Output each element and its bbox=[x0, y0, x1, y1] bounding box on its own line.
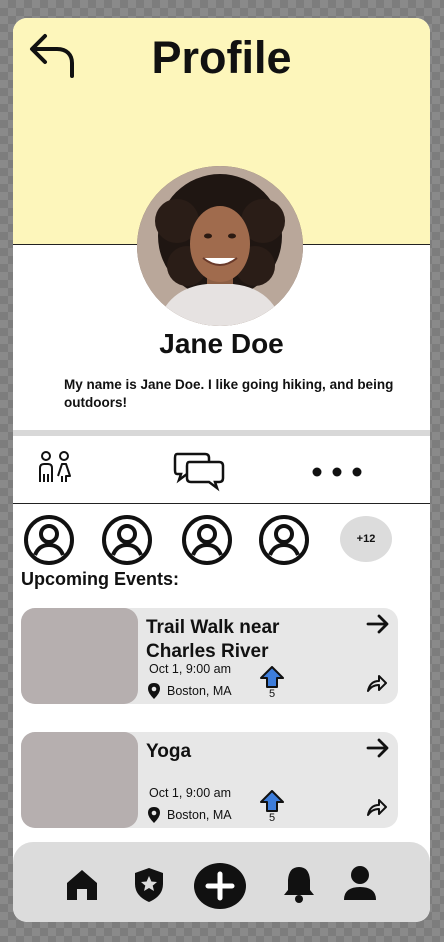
upvote-button[interactable]: 5 bbox=[259, 790, 285, 826]
friend-avatar-icon[interactable] bbox=[181, 514, 233, 566]
event-location: Boston, MA bbox=[147, 806, 232, 824]
location-pin-icon bbox=[148, 807, 160, 823]
upvote-count: 5 bbox=[268, 688, 276, 700]
profile-name: Jane Doe bbox=[159, 328, 284, 359]
upvote-arrow-icon bbox=[260, 666, 284, 688]
chat-bubbles-icon[interactable] bbox=[173, 450, 225, 492]
event-card[interactable]: Trail Walk near Charles River Oct 1, 9:0… bbox=[21, 608, 398, 704]
event-thumbnail bbox=[21, 732, 138, 828]
user-icon[interactable] bbox=[341, 864, 379, 904]
people-icon[interactable] bbox=[35, 450, 77, 492]
shield-star-icon[interactable] bbox=[133, 866, 165, 904]
upvote-count: 5 bbox=[268, 812, 276, 824]
event-title: Trail Walk near Charles River bbox=[146, 617, 280, 662]
arrow-right-icon[interactable] bbox=[366, 736, 390, 760]
event-title: Yoga bbox=[146, 741, 192, 762]
upvote-arrow-icon bbox=[260, 790, 284, 812]
profile-bio: My name is Jane Doe. I like going hiking… bbox=[64, 377, 394, 410]
event-location-text: Boston, MA bbox=[167, 684, 232, 698]
friends-row: +12 bbox=[23, 514, 423, 570]
location-pin-icon bbox=[148, 683, 160, 699]
event-location: Boston, MA bbox=[147, 682, 232, 700]
friend-avatar-icon[interactable] bbox=[23, 514, 75, 566]
friend-avatar-icon[interactable] bbox=[101, 514, 153, 566]
event-date: Oct 1, 9:00 am bbox=[149, 662, 231, 676]
event-date: Oct 1, 9:00 am bbox=[149, 786, 231, 800]
profile-tabs bbox=[13, 436, 430, 504]
more-dots-icon[interactable] bbox=[311, 450, 363, 492]
arrow-right-icon[interactable] bbox=[366, 612, 390, 636]
bottom-nav bbox=[13, 842, 430, 922]
home-icon[interactable] bbox=[65, 868, 99, 902]
add-icon[interactable] bbox=[193, 862, 247, 910]
phone-screen: Profile Jane Doe My name is Jane Doe. I … bbox=[13, 18, 430, 922]
event-card[interactable]: Yoga Oct 1, 9:00 am Boston, MA 5 bbox=[21, 732, 398, 828]
section-title: Upcoming Events: bbox=[21, 569, 180, 589]
more-friends-badge[interactable]: +12 bbox=[340, 516, 392, 562]
bell-icon[interactable] bbox=[281, 864, 317, 904]
upvote-button[interactable]: 5 bbox=[259, 666, 285, 702]
share-icon[interactable] bbox=[366, 672, 388, 694]
page-title: Profile bbox=[151, 32, 292, 83]
event-thumbnail bbox=[21, 608, 138, 704]
event-location-text: Boston, MA bbox=[167, 808, 232, 822]
friend-avatar-icon[interactable] bbox=[258, 514, 310, 566]
profile-avatar bbox=[137, 166, 303, 326]
share-icon[interactable] bbox=[366, 796, 388, 818]
